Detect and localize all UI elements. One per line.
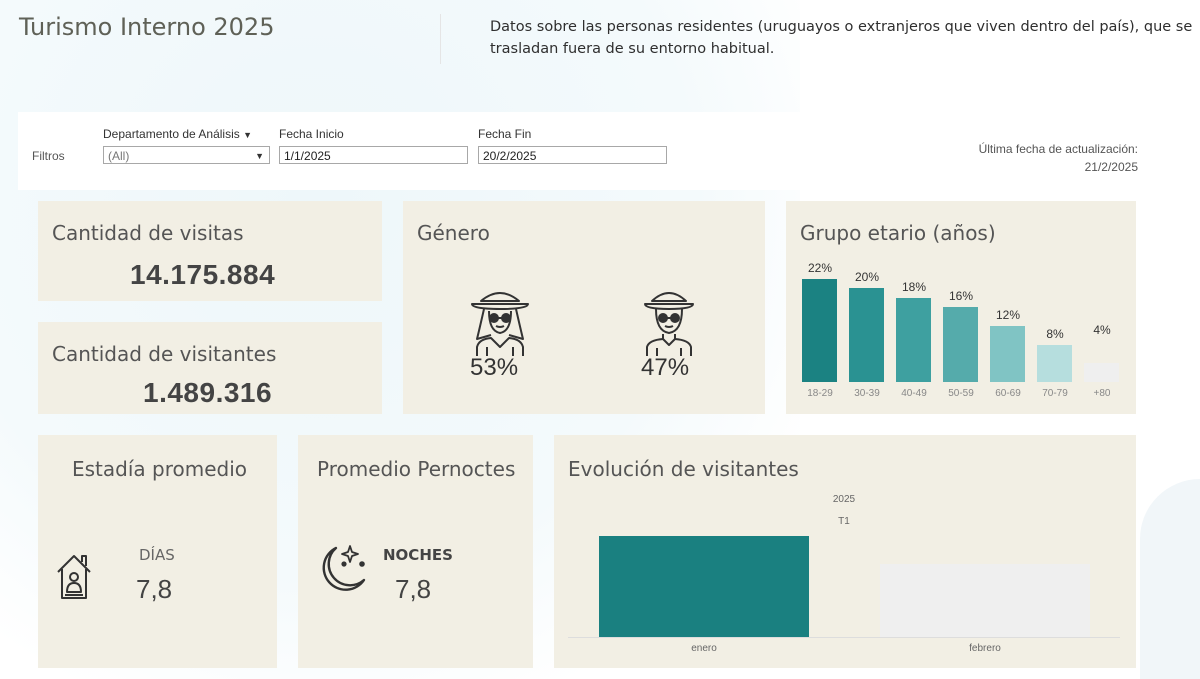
age-bar-50-59[interactable] <box>943 307 978 382</box>
evolucion-bar-chart: enero febrero <box>554 435 1136 668</box>
evolucion-card: Evolución de visitantes 2025 T1 enero feb… <box>554 435 1136 668</box>
departamento-sort-icon[interactable]: ▼ <box>243 130 252 140</box>
age-tick-label: 70-79 <box>1042 388 1068 399</box>
visitantes-card: Cantidad de visitantes 1.489.316 <box>38 322 382 414</box>
fecha-fin-label: Fecha Fin <box>478 127 532 141</box>
update-date: 21/2/2025 <box>1084 160 1138 174</box>
age-bar-+80[interactable] <box>1084 363 1119 382</box>
visitas-card: Cantidad de visitas 14.175.884 <box>38 201 382 301</box>
grupo-etario-card: Grupo etario (años) 22% 18-29 20% 30-39 18% 4… <box>786 201 1136 414</box>
page-title: Turismo Interno 2025 <box>19 13 275 41</box>
evolucion-tick-label: febrero <box>969 643 1001 654</box>
page-description: Datos sobre las personas residentes (uru… <box>490 19 1193 57</box>
visitantes-value: 1.489.316 <box>143 377 273 408</box>
pernoctes-value: 7,8 <box>395 574 432 604</box>
fecha-inicio-label: Fecha Inicio <box>279 127 344 141</box>
departamento-select[interactable]: (All) ▼ <box>103 146 270 164</box>
man-explorer-icon <box>644 292 694 356</box>
departamento-label: Departamento de Análisis ▼ <box>103 127 253 141</box>
male-percent: 47% <box>641 354 690 381</box>
evolucion-tick-label: enero <box>691 643 717 654</box>
genero-title: Género <box>417 221 490 245</box>
evolucion-axis <box>568 637 1120 638</box>
moon-stars-icon <box>322 545 366 591</box>
age-bar-label: 4% <box>1093 323 1111 337</box>
age-bar-40-49[interactable] <box>896 298 931 382</box>
age-tick-label: 40-49 <box>901 388 927 399</box>
age-tick-label: 50-59 <box>948 388 974 399</box>
estadia-value: 7,8 <box>136 574 173 604</box>
evolucion-bar-enero[interactable] <box>599 536 809 637</box>
age-bar-label: 18% <box>901 280 927 294</box>
age-bar-label: 20% <box>854 270 880 284</box>
house-person-icon <box>57 555 91 599</box>
age-bar-18-29[interactable] <box>802 279 837 382</box>
age-tick-label: 30-39 <box>854 388 880 399</box>
filters-label: Filtros <box>32 149 65 163</box>
age-bar-label: 8% <box>1046 327 1064 341</box>
age-bar-70-79[interactable] <box>1037 345 1072 382</box>
age-bar-label: 22% <box>807 261 833 275</box>
filters-bar: Filtros Departamento de Análisis ▼ (All)… <box>18 112 1150 190</box>
update-label: Última fecha de actualización: <box>978 142 1138 156</box>
genero-card: Género 53% 47% <box>403 201 765 414</box>
estadia-unit: DÍAS <box>139 546 175 564</box>
age-bar-label: 12% <box>995 308 1021 322</box>
fecha-fin-input[interactable]: 20/2/2025 <box>478 146 667 164</box>
age-bar-label: 16% <box>948 289 974 303</box>
visitantes-title: Cantidad de visitantes <box>52 342 277 366</box>
woman-explorer-icon <box>471 292 529 356</box>
visitas-value: 14.175.884 <box>130 259 276 290</box>
age-tick-label: 18-29 <box>807 388 833 399</box>
estadia-title: Estadía promedio <box>72 457 248 481</box>
age-bar-30-39[interactable] <box>849 288 884 382</box>
update-info: Última fecha de actualización: 21/2/2025 <box>979 140 1138 176</box>
pernoctes-title: Promedio Pernoctes <box>317 457 516 481</box>
age-bar-60-69[interactable] <box>990 326 1025 382</box>
estadia-card: Estadía promedio DÍAS 7,8 <box>38 435 277 668</box>
age-tick-label: 60-69 <box>995 388 1021 399</box>
fecha-inicio-input[interactable]: 1/1/2025 <box>279 146 468 164</box>
evolucion-bar-febrero[interactable] <box>880 564 1090 637</box>
header-divider <box>440 14 441 64</box>
pernoctes-card: Promedio Pernoctes NOCHES 7,8 <box>298 435 533 668</box>
female-percent: 53% <box>470 354 519 381</box>
age-bar-chart: 22% 18-29 20% 30-39 18% 40-49 16% 50-59 12% 60-69… <box>786 201 1136 414</box>
age-tick-label: +80 <box>1093 388 1111 399</box>
chevron-down-icon: ▼ <box>255 151 264 161</box>
visitas-title: Cantidad de visitas <box>52 221 244 245</box>
pernoctes-unit: NOCHES <box>383 546 453 564</box>
background-blob-corner <box>1140 479 1200 679</box>
